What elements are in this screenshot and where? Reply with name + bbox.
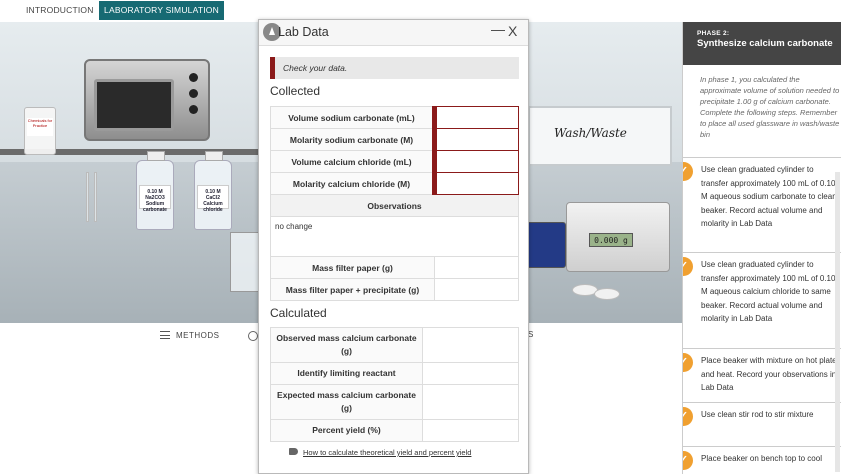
sidebar-scrollbar[interactable] <box>835 172 840 472</box>
table-row: no change <box>270 216 519 257</box>
row-label: Volume sodium carbonate (mL) <box>270 106 435 129</box>
close-button[interactable]: X <box>508 23 517 39</box>
instructions-sidebar: PHASE 2: Synthesize calcium carbonate In… <box>682 22 841 474</box>
balance-scale[interactable]: 0.000 g <box>566 202 670 272</box>
phase-header: PHASE 2: Synthesize calcium carbonate <box>683 22 841 65</box>
yield-help-link[interactable]: How to calculate theoretical yield and p… <box>287 448 471 457</box>
value-input[interactable] <box>432 128 519 151</box>
value-input[interactable] <box>422 384 519 420</box>
row-label: Observed mass calcium carbonate (g) <box>270 327 423 363</box>
value-input[interactable] <box>432 150 519 173</box>
value-input[interactable] <box>422 419 519 442</box>
scale-display: 0.000 g <box>589 233 633 247</box>
table-row: Observations <box>270 194 519 217</box>
step-item[interactable]: ✓ Place beaker with mixture on hot plate… <box>683 348 841 398</box>
step-item[interactable]: ✓ Place beaker on bench top to cool <box>683 446 841 474</box>
bottle-cap <box>205 151 223 161</box>
observations-header: Observations <box>270 194 519 217</box>
phase-intro: In phase 1, you calculated the approxima… <box>700 75 840 139</box>
jar-label: Chemicals for Practice <box>27 118 53 136</box>
table-row: Expected mass calcium carbonate (g) <box>270 384 519 420</box>
lab-data-header[interactable]: Lab Data — X <box>259 20 528 46</box>
row-label: Mass filter paper + precipitate (g) <box>270 278 435 301</box>
table-row: Volume calcium chloride (mL) <box>270 150 519 173</box>
row-label: Molarity calcium chloride (M) <box>270 172 435 195</box>
check-icon: ✓ <box>683 257 693 276</box>
value-input[interactable] <box>432 172 519 195</box>
step-text: Place beaker with mixture on hot plate a… <box>701 356 837 392</box>
wash-waste-label: Wash/Waste <box>554 126 627 140</box>
row-label: Percent yield (%) <box>270 419 423 442</box>
table-row: Percent yield (%) <box>270 419 519 442</box>
hot-plate[interactable] <box>526 222 566 268</box>
beaker[interactable] <box>230 232 260 292</box>
calculated-title: Calculated <box>270 306 327 320</box>
bottle-cap <box>147 151 165 161</box>
step-item[interactable]: ✓ Use clean graduated cylinder to transf… <box>683 252 841 346</box>
check-icon: ✓ <box>683 451 693 470</box>
check-icon: ✓ <box>683 162 693 181</box>
check-data-notice: Check your data. <box>270 57 519 79</box>
menu-icon <box>160 331 170 339</box>
table-row: Identify limiting reactant <box>270 362 519 385</box>
wash-waste-bin[interactable]: Wash/Waste <box>528 106 672 166</box>
collected-title: Collected <box>270 84 321 98</box>
value-input[interactable] <box>432 106 519 129</box>
step-text: Use clean graduated cylinder to transfer… <box>701 260 836 323</box>
oven-door <box>94 79 174 131</box>
lab-data-panel: Lab Data — X Check your data. Collected … <box>258 19 529 474</box>
value-input[interactable] <box>422 362 519 385</box>
row-label: Identify limiting reactant <box>270 362 423 385</box>
oven-knob-icon <box>189 73 198 82</box>
step-text: Use clean stir rod to stir mixture <box>701 410 814 419</box>
lab-data-title: Lab Data <box>278 25 329 39</box>
calcium-chloride-bottle[interactable]: 0.10 M CaCl2 Calcium chloride <box>194 151 232 230</box>
tab-introduction[interactable]: INTRODUCTION <box>16 1 104 20</box>
table-row: Molarity sodium carbonate (M) <box>270 128 519 151</box>
chemicals-jar[interactable]: Chemicals for Practice <box>24 107 56 155</box>
table-row: Mass filter paper (g) <box>270 256 519 279</box>
bottle-label: 0.10 M CaCl2 Calcium chloride <box>197 185 229 213</box>
observations-field[interactable]: no change <box>270 216 519 257</box>
oven-knob-icon <box>189 105 198 114</box>
methods-button[interactable]: METHODS <box>160 330 220 344</box>
stir-rod[interactable] <box>94 172 97 222</box>
tab-laboratory-simulation[interactable]: LABORATORY SIMULATION <box>99 1 224 20</box>
help-link-text: How to calculate theoretical yield and p… <box>303 448 472 457</box>
value-input[interactable] <box>422 327 519 363</box>
stir-rod[interactable] <box>86 172 89 222</box>
check-icon: ✓ <box>683 353 693 372</box>
sodium-carbonate-bottle[interactable]: 0.10 M Na2CO3 Sodium carbonate <box>136 151 174 230</box>
value-input[interactable] <box>434 278 519 301</box>
step-text: Use clean graduated cylinder to transfer… <box>701 165 837 228</box>
row-label: Expected mass calcium carbonate (g) <box>270 384 423 420</box>
minimize-button[interactable]: — <box>491 21 505 37</box>
phase-title: Synthesize calcium carbonate <box>697 38 833 49</box>
step-item[interactable]: ✓ Use clean graduated cylinder to transf… <box>683 157 841 245</box>
oven-knob-icon <box>189 89 198 98</box>
table-row: Molarity calcium chloride (M) <box>270 172 519 195</box>
collected-table: Volume sodium carbonate (mL) Molarity so… <box>270 106 519 301</box>
filter-paper[interactable] <box>594 288 620 300</box>
table-row: Observed mass calcium carbonate (g) <box>270 327 519 363</box>
bottle-label: 0.10 M Na2CO3 Sodium carbonate <box>139 185 171 213</box>
table-row: Volume sodium carbonate (mL) <box>270 106 519 129</box>
calculated-table: Observed mass calcium carbonate (g) Iden… <box>270 327 519 442</box>
step-item[interactable]: ✓ Use clean stir rod to stir mixture <box>683 402 841 440</box>
row-label: Molarity sodium carbonate (M) <box>270 128 435 151</box>
phase-label: PHASE 2: <box>697 30 730 37</box>
drying-oven[interactable] <box>84 59 210 141</box>
step-text: Place beaker on bench top to cool <box>701 454 822 463</box>
reset-icon[interactable] <box>248 331 258 341</box>
row-label: Mass filter paper (g) <box>270 256 435 279</box>
value-input[interactable] <box>434 256 519 279</box>
check-icon: ✓ <box>683 407 693 426</box>
methods-label: METHODS <box>176 331 220 340</box>
table-row: Mass filter paper + precipitate (g) <box>270 278 519 301</box>
row-label: Volume calcium chloride (mL) <box>270 150 435 173</box>
